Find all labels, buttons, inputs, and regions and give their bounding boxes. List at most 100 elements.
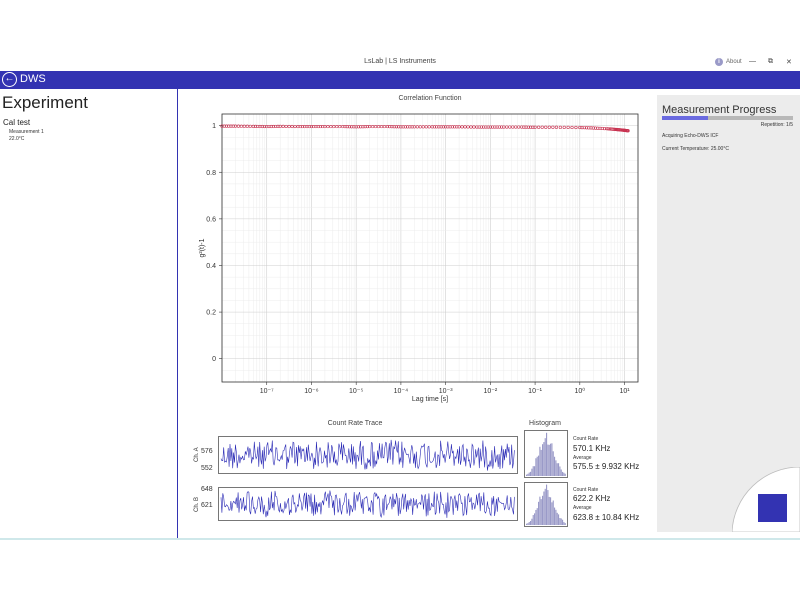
histogram-bar bbox=[540, 499, 542, 525]
status-label: Acquiring Echo-DWS ICF bbox=[662, 133, 719, 139]
histogram-bar bbox=[543, 491, 545, 525]
close-button[interactable]: ✕ bbox=[786, 58, 792, 66]
histogram-bar bbox=[560, 518, 562, 525]
progress-bar-fill bbox=[662, 116, 708, 120]
data-point bbox=[415, 125, 419, 129]
data-point bbox=[469, 125, 473, 129]
histogram-bar bbox=[528, 522, 530, 525]
back-button[interactable]: ← bbox=[2, 72, 17, 87]
y-tick-label: 0.8 bbox=[206, 170, 216, 177]
progress-title: Measurement Progress bbox=[662, 104, 777, 116]
histogram-bar bbox=[532, 515, 534, 525]
app-bar: ← DWS bbox=[0, 71, 800, 89]
x-tick-label: 10⁻¹ bbox=[528, 388, 542, 395]
stop-button[interactable] bbox=[758, 494, 787, 522]
experiment-heading: Experiment bbox=[2, 93, 88, 112]
data-point bbox=[424, 125, 428, 129]
data-point bbox=[566, 125, 570, 130]
histogram-bar bbox=[564, 473, 566, 476]
data-point bbox=[574, 125, 578, 130]
correlation-chart: 00.20.40.60.81 10⁻⁷ 10⁻⁶ 10⁻⁵ 10⁻⁴ 10⁻³ 10⁻² 1… bbox=[199, 113, 639, 403]
histogram-bar bbox=[551, 502, 553, 525]
histogram-bar bbox=[556, 512, 558, 525]
histogram-bar bbox=[543, 442, 545, 476]
x-tick-label: 10⁰ bbox=[575, 387, 586, 395]
bottom-divider bbox=[0, 538, 800, 540]
progress-bar bbox=[662, 116, 793, 120]
histogram-bar bbox=[546, 432, 548, 476]
histogram-bar bbox=[534, 513, 536, 525]
histogram-bar bbox=[540, 449, 542, 476]
histogram-bar bbox=[542, 495, 544, 525]
data-point bbox=[236, 124, 241, 128]
channel-a-histogram bbox=[524, 430, 568, 478]
histogram-bar bbox=[532, 466, 534, 476]
x-tick-label: 10⁻⁶ bbox=[304, 388, 318, 395]
data-point bbox=[514, 125, 518, 129]
y-axis-label: g²(t)-1 bbox=[199, 238, 206, 257]
histogram-bar bbox=[555, 460, 557, 476]
info-icon: i bbox=[715, 58, 723, 66]
channel-a-average-label: Average bbox=[573, 455, 592, 461]
app-title: DWS bbox=[20, 73, 46, 85]
histogram-bar bbox=[558, 463, 560, 476]
restore-button[interactable]: ⧉ bbox=[768, 58, 773, 66]
histogram-bar bbox=[556, 463, 558, 476]
histogram-bar bbox=[544, 438, 546, 476]
histogram-bar bbox=[530, 471, 532, 476]
measurement-name[interactable]: Measurement 1 bbox=[9, 129, 44, 135]
histogram-bar bbox=[546, 484, 548, 525]
y-tick-label: 0.6 bbox=[206, 216, 216, 223]
histogram-bar bbox=[552, 451, 554, 476]
data-points bbox=[220, 124, 630, 133]
histogram-bar bbox=[555, 509, 557, 525]
x-axis-label: Lag time [s] bbox=[412, 396, 448, 403]
histogram-bar bbox=[550, 497, 552, 525]
histogram-bar bbox=[539, 496, 541, 525]
x-tick-label: 10⁻³ bbox=[439, 388, 453, 395]
channel-b-histogram bbox=[524, 482, 568, 527]
histogram-bar bbox=[554, 507, 556, 525]
histogram-bar bbox=[542, 444, 544, 476]
temperature-label: Current Temperature: 25.00°C bbox=[662, 146, 729, 152]
minimize-button[interactable]: — bbox=[749, 58, 756, 65]
histogram-bar bbox=[554, 456, 556, 476]
channel-b-average-value: 623.8 ± 10.84 KHz bbox=[573, 513, 640, 522]
histogram-bar bbox=[548, 444, 550, 476]
y-tick-label: 0 bbox=[212, 356, 216, 363]
channel-a-tick-top: 576 bbox=[201, 448, 213, 455]
histogram-bar bbox=[526, 523, 528, 525]
data-point bbox=[245, 124, 249, 128]
data-point bbox=[558, 125, 562, 129]
repetition-label: Repetition: 1/5 bbox=[760, 122, 793, 128]
histogram-bar bbox=[531, 468, 533, 476]
channel-b-tick-top: 648 bbox=[201, 486, 213, 493]
data-point bbox=[239, 124, 243, 128]
histogram-bar bbox=[527, 523, 529, 525]
channel-a-count-rate-value: 570.1 KHz bbox=[573, 444, 611, 453]
histogram-bar bbox=[562, 471, 564, 476]
x-tick-label: 10⁻⁷ bbox=[260, 388, 274, 395]
channel-a-label: Ch. A bbox=[194, 447, 200, 462]
x-tick-label: 10¹ bbox=[619, 388, 630, 395]
channel-b-tick-bottom: 621 bbox=[201, 502, 213, 509]
y-tick-label: 1 bbox=[212, 123, 216, 130]
histogram-bar bbox=[535, 509, 537, 525]
experiment-name[interactable]: Cal test bbox=[3, 118, 30, 127]
channel-b-trace bbox=[218, 487, 518, 521]
histogram-bar bbox=[536, 508, 538, 525]
about-label: About bbox=[726, 59, 742, 65]
x-axis-ticks: 10⁻⁷ 10⁻⁶ 10⁻⁵ 10⁻⁴ 10⁻³ 10⁻² 10⁻¹ 10⁰ 10¹ bbox=[260, 382, 630, 395]
x-tick-label: 10⁻⁵ bbox=[349, 388, 363, 395]
data-point bbox=[427, 125, 431, 129]
data-point bbox=[418, 125, 422, 129]
histogram-bar bbox=[544, 488, 546, 525]
histogram-bar bbox=[527, 473, 529, 476]
histogram-bar bbox=[548, 496, 550, 525]
histogram-bar bbox=[547, 490, 549, 525]
histogram-bar bbox=[563, 522, 565, 525]
experiment-panel: Experiment Cal test Measurement 1 22.0°C bbox=[0, 89, 178, 539]
about-button[interactable]: i About bbox=[715, 58, 742, 66]
data-point bbox=[505, 125, 509, 129]
x-tick-label: 10⁻⁴ bbox=[394, 388, 409, 395]
